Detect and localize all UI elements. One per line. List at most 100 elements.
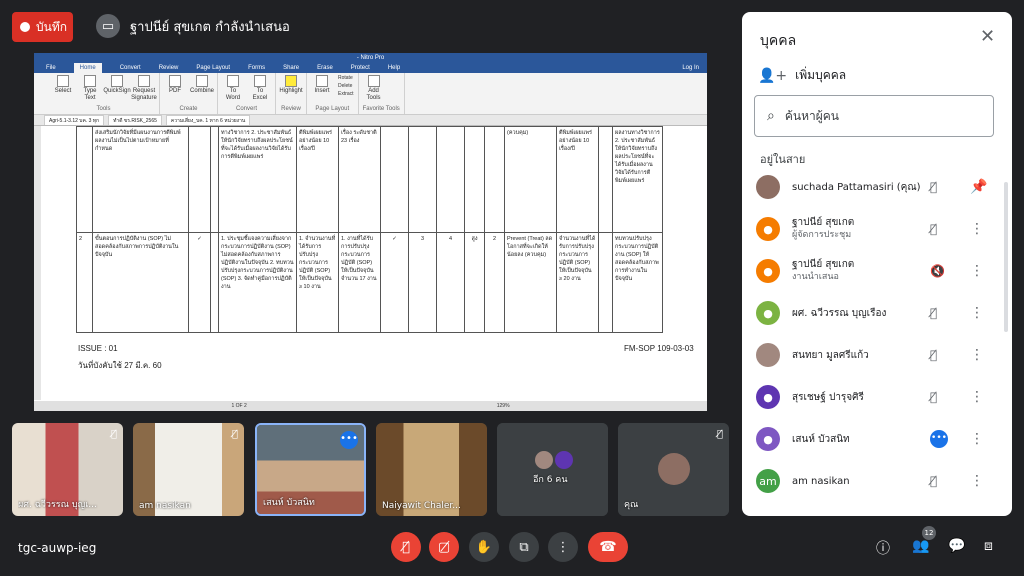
participant-name-block: ผศ. ฉวีวรรณ บุญเรือง bbox=[792, 307, 934, 320]
menu-erase[interactable]: Erase bbox=[317, 63, 333, 73]
ribbon-to-word[interactable]: To Word bbox=[222, 75, 244, 102]
avatar: ● bbox=[756, 259, 780, 283]
menu-home[interactable]: Home bbox=[73, 63, 102, 73]
table-cell: ✓ bbox=[188, 232, 211, 333]
table-cell: ตีพิมพ์เผยแพร่อย่างน้อย 10 เรื่อง/ปี bbox=[296, 126, 339, 233]
table-cell: 1. จำนวนงานที่ได้รับการปรับปรุงกระบวนการ… bbox=[296, 232, 339, 333]
more-options-icon[interactable]: ⋮ bbox=[970, 389, 984, 405]
more-options-button[interactable]: ⋮ bbox=[548, 532, 578, 562]
video-tile[interactable]: Naiyawit Chaler... bbox=[376, 423, 487, 516]
participant-row[interactable]: am am nasikan 🎙̸ ⋮ bbox=[756, 463, 996, 499]
add-people-label: เพิ่มบุคคล bbox=[795, 68, 847, 82]
search-people-input[interactable]: ⌕ ค้นหาผู้คน bbox=[754, 95, 994, 137]
participant-name-block: สนทยา มูลศรีแก้ว bbox=[792, 349, 934, 362]
close-icon[interactable]: ✕ bbox=[980, 26, 995, 47]
panel-title: บุคคล bbox=[760, 33, 797, 49]
zoom-level[interactable]: 129% bbox=[497, 403, 510, 409]
ribbon-combine[interactable]: Combine bbox=[190, 75, 214, 95]
menu-convert[interactable]: Convert bbox=[120, 63, 141, 73]
nitro-title-bar: - Nitro Pro bbox=[34, 53, 707, 63]
camera-toggle-button[interactable]: ▢̸ bbox=[429, 532, 459, 562]
more-options-icon[interactable]: ⋮ bbox=[970, 305, 984, 321]
ribbon-pdf[interactable]: PDF bbox=[164, 75, 186, 95]
more-options-icon[interactable]: ⋮ bbox=[970, 473, 984, 489]
ribbon-to-excel[interactable]: To Excel bbox=[249, 75, 271, 102]
table-cell bbox=[464, 126, 485, 233]
ribbon-request-signature[interactable]: Request Signature bbox=[131, 75, 157, 102]
present-button[interactable]: ⧉ bbox=[509, 532, 539, 562]
participant-name-block: สุรเชษฐ์ ปารุจศิรี bbox=[792, 391, 934, 404]
doc-tab[interactable]: ทำดี ขร.RISK_2565 bbox=[108, 115, 162, 125]
raise-hand-button[interactable]: ✋ bbox=[469, 532, 499, 562]
record-button[interactable]: บันทึก bbox=[12, 12, 73, 42]
more-options-icon[interactable]: ⋮ bbox=[970, 347, 984, 363]
menu-page-layout[interactable]: Page Layout bbox=[196, 63, 230, 73]
more-options-icon[interactable]: ⋮ bbox=[970, 263, 984, 279]
participant-row[interactable]: suchada Pattamasiri (คุณ) 🎙̸ 📌 bbox=[756, 169, 996, 205]
participant-name-block: ฐาปนีย์ สุขเกต งานนำเสนอ bbox=[792, 258, 934, 284]
menu-file[interactable]: File bbox=[46, 63, 56, 73]
menu-review[interactable]: Review bbox=[159, 63, 179, 73]
people-icon[interactable]: 👥 bbox=[912, 538, 929, 554]
ribbon-group-label: Favorite Tools bbox=[362, 106, 400, 112]
ribbon-group-label: Tools bbox=[96, 106, 111, 112]
doc-tab[interactable]: Agri-5.1-3.12 บค. 3 ทุก bbox=[44, 115, 105, 125]
leave-call-button[interactable]: ☎ bbox=[588, 532, 628, 562]
shared-screen: - Nitro Pro File Home Convert Review Pag… bbox=[34, 53, 707, 411]
chat-icon[interactable]: 💬 bbox=[948, 538, 965, 554]
info-icon[interactable]: ⓘ bbox=[876, 538, 890, 558]
mic-toggle-button[interactable]: 🎙̸ bbox=[391, 532, 421, 562]
ribbon-select[interactable]: Select bbox=[52, 75, 74, 102]
ribbon-group-label: Convert bbox=[235, 106, 257, 112]
menu-protect[interactable]: Protect bbox=[351, 63, 370, 73]
activities-icon[interactable]: ⧈ bbox=[984, 538, 993, 554]
type-text-icon bbox=[84, 75, 96, 87]
menu-forms[interactable]: Forms bbox=[248, 63, 265, 73]
mic-off-icon: 🎙̸ bbox=[231, 429, 238, 440]
table-cell: 2 bbox=[484, 232, 505, 333]
ribbon-highlight[interactable]: Highlight bbox=[279, 75, 303, 95]
participant-row[interactable]: ● ฐาปนีย์ สุขเกต ผู้จัดการประชุม 🎙̸ ⋮ bbox=[756, 211, 996, 247]
participant-row[interactable]: ● ฐาปนีย์ สุขเกต งานนำเสนอ 🔇 ⋮ bbox=[756, 253, 996, 289]
ribbon-insert[interactable]: Insert bbox=[311, 75, 333, 97]
nitro-menu-bar: File Home Convert Review Page Layout For… bbox=[34, 63, 707, 73]
pin-icon[interactable]: 📌 bbox=[970, 179, 987, 195]
avatar bbox=[535, 451, 553, 469]
others-tile[interactable]: อีก 6 คน bbox=[497, 423, 608, 516]
menu-share[interactable]: Share bbox=[283, 63, 299, 73]
video-tile[interactable]: 🎙̸ ผศ. ฉวีวรรณ บุญเ... bbox=[12, 423, 123, 516]
tile-background bbox=[497, 423, 608, 516]
participant-row[interactable]: ● สุรเชษฐ์ ปารุจศิรี 🎙̸ ⋮ bbox=[756, 379, 996, 415]
video-tile[interactable]: ••• เสนห์ บัวสนิท bbox=[255, 423, 366, 516]
doc-tab[interactable]: ความเสี่ยง_บค. 1 หาก 6 หน่วยงาน bbox=[165, 115, 251, 125]
section-header: อยู่ในสาย bbox=[760, 153, 806, 166]
panel-scrollbar[interactable] bbox=[1004, 182, 1008, 332]
ribbon-extract[interactable]: Extract bbox=[338, 91, 354, 97]
more-options-icon[interactable]: ⋮ bbox=[970, 431, 984, 447]
ribbon-delete[interactable]: Delete bbox=[338, 83, 354, 89]
menu-help[interactable]: Help bbox=[388, 63, 400, 73]
mic-off-icon: 🎙̸ bbox=[110, 429, 117, 440]
people-panel: บุคคล ✕ 👤+ เพิ่มบุคคล ⌕ ค้นหาผู้คน อยู่ใ… bbox=[742, 12, 1012, 516]
presenter-text: ฐาปนีย์ สุขเกต กำลังนำเสนอ bbox=[130, 19, 290, 35]
table-cell: ทางวิชาการ 2. ประชาสัมพันธ์ให้นักวิจัยทร… bbox=[218, 126, 297, 233]
participant-row[interactable]: ● ผศ. ฉวีวรรณ บุญเรือง 🎙̸ ⋮ bbox=[756, 295, 996, 331]
document-tabs: Agri-5.1-3.12 บค. 3 ทุก ทำดี ขร.RISK_256… bbox=[34, 115, 707, 126]
participant-row[interactable]: ● เสนห์ บัวสนิท ••• ⋮ bbox=[756, 421, 996, 457]
participant-name-block: เสนห์ บัวสนิท bbox=[792, 433, 934, 446]
insert-icon bbox=[316, 75, 328, 87]
video-tile[interactable]: 🎙̸ am nasikan bbox=[133, 423, 244, 516]
ribbon-rotate[interactable]: Rotate bbox=[338, 75, 354, 81]
ribbon-quicksign[interactable]: QuickSign bbox=[103, 75, 131, 102]
video-tile[interactable]: 🎙̸ คุณ bbox=[618, 423, 729, 516]
table-cell: เรื่อง ระดับชาติ 23 เรื่อง bbox=[338, 126, 381, 233]
participant-name-block: suchada Pattamasiri (คุณ) bbox=[792, 181, 934, 194]
excel-icon bbox=[254, 75, 266, 87]
more-options-icon[interactable]: ⋮ bbox=[970, 221, 984, 237]
page-indicator[interactable]: 1 OF 2 bbox=[231, 403, 246, 409]
menu-login[interactable]: Log In bbox=[682, 63, 699, 73]
ribbon-add-tools[interactable]: Add Tools bbox=[363, 75, 385, 102]
ribbon-type-text[interactable]: Type Text bbox=[79, 75, 101, 102]
add-people-button[interactable]: 👤+ เพิ่มบุคคล bbox=[758, 66, 846, 85]
participant-row[interactable]: สนทยา มูลศรีแก้ว 🎙̸ ⋮ bbox=[756, 337, 996, 373]
